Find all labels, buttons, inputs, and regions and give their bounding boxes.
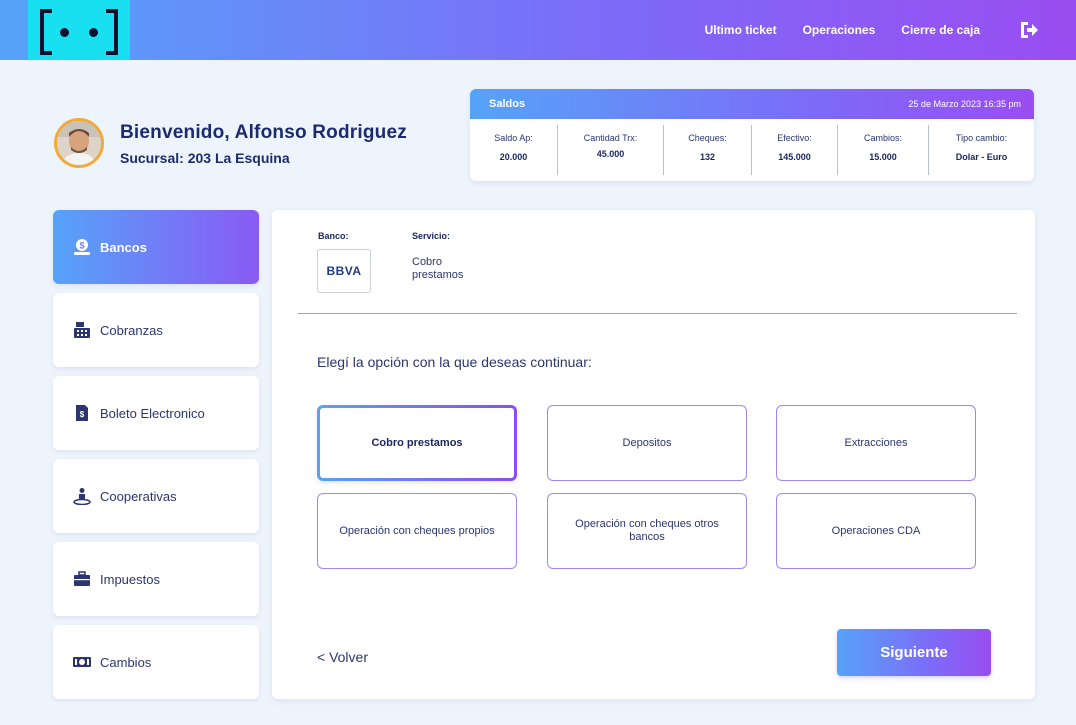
logo-bracket-left (40, 9, 52, 55)
svg-text:$: $ (80, 410, 85, 419)
efectivo: Efectivo: 145.000 (752, 125, 838, 175)
svg-text:$: $ (79, 241, 84, 251)
top-nav: Ultimo ticket Operaciones Cierre de caja (705, 0, 1038, 60)
option-cheques-otros-bancos[interactable]: Operación con cheques otros bancos (547, 493, 747, 569)
sidebar-item-label: Cobranzas (100, 322, 163, 338)
welcome-greeting: Bienvenido, Alfonso Rodriguez (120, 122, 407, 143)
saldo-label: Cheques: (688, 133, 727, 143)
bank-label: Banco: (318, 231, 349, 241)
sidebar-item-label: Cooperativas (100, 488, 177, 504)
tipo-cambio: Tipo cambio: Dolar - Euro (929, 125, 1034, 175)
saldos-header: Saldos 25 de Marzo 2023 16:35 pm (470, 89, 1034, 119)
branch-label: Sucursal: 203 La Esquina (120, 150, 290, 166)
saldo-label: Cambios: (863, 133, 902, 143)
divider (298, 313, 1017, 314)
briefcase-icon (73, 570, 91, 588)
sidebar-item-label: Cambios (100, 654, 152, 670)
cheques: Cheques: 132 (664, 125, 752, 175)
saldo-value: 15.000 (869, 152, 897, 162)
main-panel: Banco: BBVA Servicio: Cobro prestamos El… (272, 210, 1035, 699)
saldos-datetime: 25 de Marzo 2023 16:35 pm (908, 99, 1021, 109)
sidebar-item-cooperativas[interactable]: Cooperativas (53, 459, 259, 533)
sidebar-item-boleto-electronico[interactable]: $ Boleto Electronico (53, 376, 259, 450)
nav-cierre-de-caja[interactable]: Cierre de caja (901, 23, 980, 37)
app-logo[interactable] (28, 0, 130, 60)
sidebar-item-cobranzas[interactable]: Cobranzas (53, 293, 259, 367)
top-bar: Ultimo ticket Operaciones Cierre de caja (0, 0, 1076, 60)
saldos-title: Saldos (489, 98, 526, 110)
sidebar-item-label: Bancos (100, 239, 147, 255)
saldo-value: 145.000 (778, 152, 811, 162)
saldo-label: Cantidad Trx: (583, 133, 638, 143)
bank-logo-box: BBVA (317, 249, 371, 293)
sidebar-item-impuestos[interactable]: Impuestos (53, 542, 259, 616)
cantidad-trx: Cantidad Trx: 45.000 (558, 125, 664, 175)
nav-operaciones[interactable]: Operaciones (803, 23, 876, 37)
service-label: Servicio: (412, 231, 451, 241)
avatar (54, 118, 104, 168)
service-value: Cobro prestamos (412, 256, 464, 281)
sidebar-item-bancos[interactable]: $ Bancos (53, 210, 259, 284)
sidebar-item-cambios[interactable]: Cambios (53, 625, 259, 699)
logo-eye-left (60, 28, 69, 37)
bank-logo: BBVA (326, 264, 362, 278)
logout-icon[interactable] (1018, 20, 1038, 40)
saldo-value: 20.000 (499, 152, 528, 162)
ticket-document-icon: $ (73, 404, 91, 422)
bank-money-icon: $ (73, 238, 91, 256)
person-icon (73, 487, 91, 505)
welcome-block: Bienvenido, Alfonso Rodriguez Sucursal: … (120, 122, 407, 166)
option-operaciones-cda[interactable]: Operaciones CDA (776, 493, 976, 569)
option-depositos[interactable]: Depositos (547, 405, 747, 481)
saldos-card: Saldos 25 de Marzo 2023 16:35 pm Saldo A… (470, 89, 1034, 181)
logo-eye-right (89, 28, 98, 37)
cash-register-icon (73, 321, 91, 339)
saldo-value: 45.000 (596, 149, 625, 159)
logo-bracket-right (106, 9, 118, 55)
option-cheques-propios[interactable]: Operación con cheques propios (317, 493, 517, 569)
saldo-ap: Saldo Ap: 20.000 (470, 125, 558, 175)
sidebar-item-label: Impuestos (100, 571, 160, 587)
cambios: Cambios: 15.000 (838, 125, 929, 175)
option-cobro-prestamos[interactable]: Cobro prestamos (317, 405, 517, 481)
saldo-value: Dolar - Euro (955, 152, 1008, 162)
saldos-columns: Saldo Ap: 20.000 Cantidad Trx: 45.000 Ch… (470, 119, 1034, 181)
banknote-icon (73, 653, 91, 671)
next-button[interactable]: Siguiente (837, 629, 991, 676)
nav-ultimo-ticket[interactable]: Ultimo ticket (705, 23, 777, 37)
back-link[interactable]: < Volver (317, 649, 368, 665)
saldo-value: 132 (699, 152, 716, 162)
saldo-label: Tipo cambio: (955, 133, 1008, 143)
saldo-label: Saldo Ap: (494, 133, 533, 143)
options-prompt: Elegí la opción con la que deseas contin… (317, 354, 592, 370)
saldo-label: Efectivo: (777, 133, 812, 143)
option-extracciones[interactable]: Extracciones (776, 405, 976, 481)
sidebar-item-label: Boleto Electronico (100, 405, 205, 421)
